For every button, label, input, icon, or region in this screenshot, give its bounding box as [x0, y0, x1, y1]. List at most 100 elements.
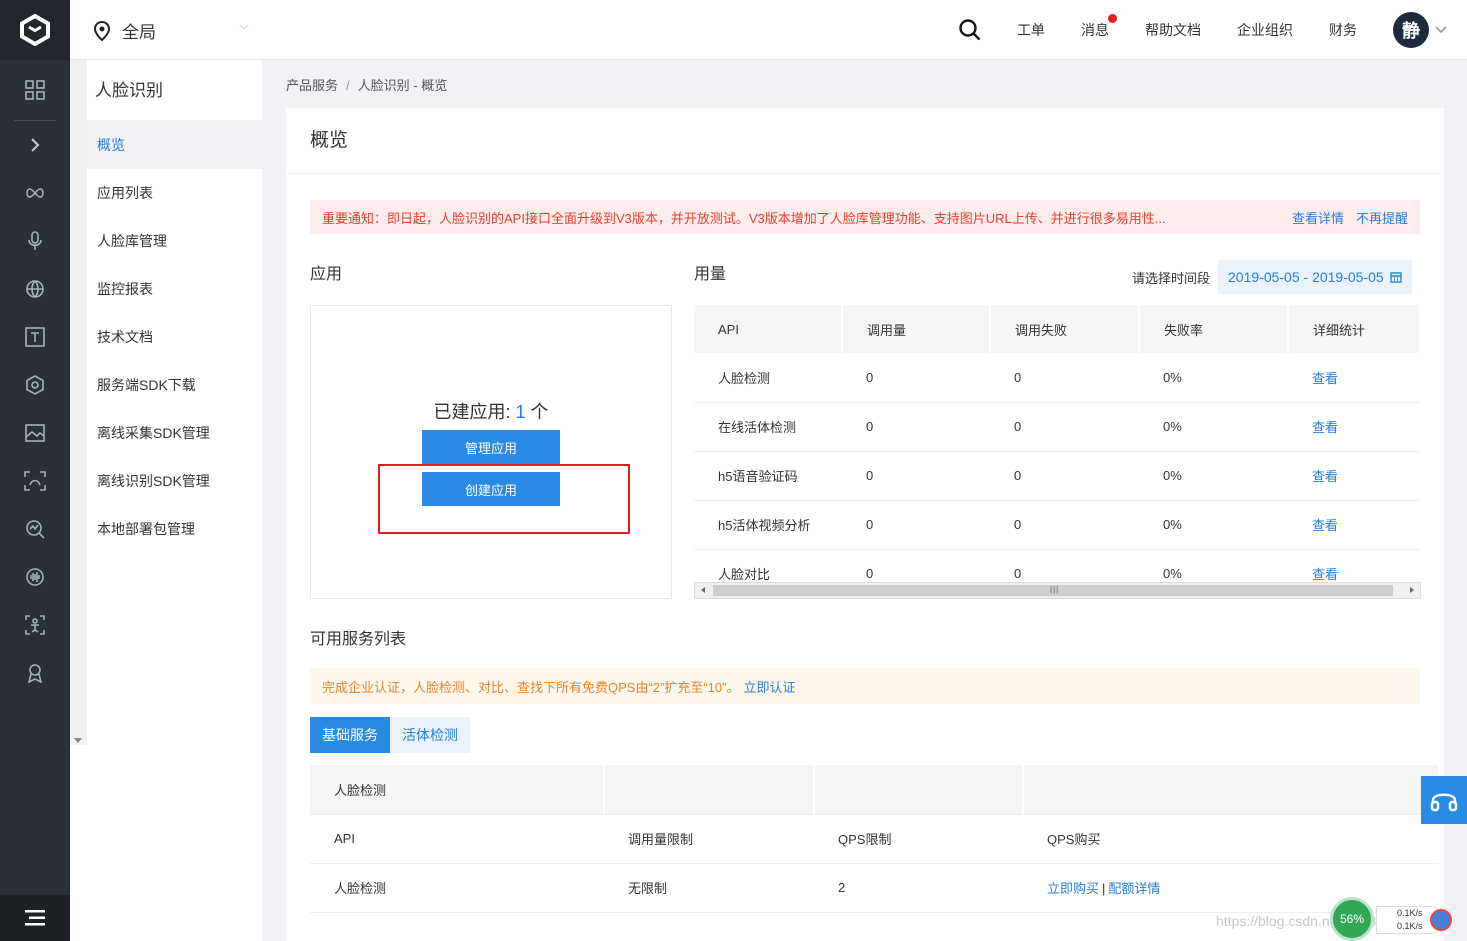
view-details-link[interactable]: 查看: [1288, 402, 1420, 452]
service-group-cell: [1023, 765, 1440, 815]
nav-messages-label: 消息: [1081, 22, 1109, 38]
certify-now-link[interactable]: 立即认证: [743, 677, 795, 696]
date-range-input[interactable]: 2019-05-05 - 2019-05-05: [1218, 260, 1412, 294]
cell-api: 在线活体检测: [694, 402, 842, 452]
col-fail-rate: 失败率: [1139, 305, 1289, 353]
cell-rate: 0%: [1139, 402, 1288, 452]
image-icon[interactable]: [0, 409, 70, 457]
cell-api: 人脸检测: [310, 863, 604, 913]
sidebar-item-monitoring[interactable]: 监控报表: [87, 265, 262, 313]
microphone-icon[interactable]: [0, 217, 70, 265]
notice-dismiss-link[interactable]: 不再提醒: [1356, 208, 1408, 227]
headset-icon: [1430, 793, 1458, 812]
memory-usage-gauge[interactable]: 56%: [1330, 897, 1374, 941]
sidebar-item-server-sdk[interactable]: 服务端SDK下载: [87, 361, 262, 409]
expand-chevron-icon[interactable]: [0, 121, 70, 169]
menu-toggle-icon[interactable]: [0, 895, 70, 941]
search-icon[interactable]: [959, 19, 981, 41]
table-row: 人脸检测 0 0 0% 查看: [694, 353, 1420, 403]
usage-table-scrollbar[interactable]: |||: [694, 582, 1421, 599]
sidebar-item-app-list[interactable]: 应用列表: [87, 169, 262, 217]
buy-now-link[interactable]: 立即购买: [1047, 881, 1099, 896]
view-details-link[interactable]: 查看: [1288, 353, 1420, 403]
body-detect-icon[interactable]: [0, 601, 70, 649]
sidebar-item-local-deploy[interactable]: 本地部署包管理: [87, 505, 262, 553]
upgrade-notice: 重要通知：即日起，人脸识别的API接口全面升级到V3版本，并开放测试。V3版本增…: [310, 200, 1420, 234]
cell-call-limit: 无限制: [604, 863, 814, 913]
tab-liveness[interactable]: 活体检测: [390, 717, 470, 753]
notice-detail-link[interactable]: 查看详情: [1292, 208, 1344, 227]
accelerator-ball-icon[interactable]: [1430, 909, 1452, 931]
manage-apps-button[interactable]: 管理应用: [422, 430, 560, 464]
scroll-right-arrow-icon[interactable]: [1410, 587, 1414, 593]
app-count-number[interactable]: 1: [515, 402, 525, 422]
app-count-label: 已建应用:: [433, 402, 516, 422]
link-separator: |: [1102, 881, 1106, 896]
sidebar-title: 人脸识别: [87, 60, 262, 121]
calendar-icon: [1389, 272, 1402, 283]
view-details-link[interactable]: 查看: [1288, 500, 1420, 550]
scroll-down-arrow-icon[interactable]: [74, 738, 82, 743]
sidebar-item-offline-capture-sdk[interactable]: 离线采集SDK管理: [87, 409, 262, 457]
globe-icon[interactable]: [0, 265, 70, 313]
services-section-title: 可用服务列表: [310, 631, 407, 648]
sidebar-item-tech-docs[interactable]: 技术文档: [87, 313, 262, 361]
face-scan-icon[interactable]: [0, 457, 70, 505]
cell-fails: 0: [990, 353, 1139, 403]
table-row: 在线活体检测 0 0 0% 查看: [694, 402, 1420, 452]
top-nav: 工单 消息 帮助文档 企业组织 财务 静: [959, 0, 1467, 60]
quota-details-link[interactable]: 配额详情: [1108, 881, 1160, 896]
person-badge-icon[interactable]: [0, 649, 70, 697]
hexagon-net-icon[interactable]: [0, 361, 70, 409]
avatar[interactable]: 静: [1393, 12, 1429, 48]
support-headset-button[interactable]: [1421, 776, 1467, 824]
chevron-down-icon[interactable]: [1435, 26, 1447, 34]
notice-text: 重要通知：即日起，人脸识别的API接口全面升级到V3版本，并开放测试。V3版本增…: [322, 210, 1166, 226]
network-speed-widget[interactable]: 0.1K/s 0.1K/s 56%: [1330, 897, 1454, 941]
unread-dot: [1108, 14, 1117, 23]
view-details-link[interactable]: 查看: [1288, 451, 1420, 501]
nav-help-docs[interactable]: 帮助文档: [1145, 20, 1201, 40]
cell-calls: 0: [842, 402, 990, 452]
breadcrumb: 产品服务 / 人脸识别 - 概览: [286, 75, 447, 94]
cell-api: 人脸检测: [694, 353, 842, 403]
brand-logo[interactable]: [0, 0, 70, 60]
voice-wave-icon[interactable]: [0, 553, 70, 601]
breadcrumb-separator: /: [346, 78, 350, 93]
sidebar-item-overview[interactable]: 概览: [87, 121, 262, 169]
nav-ticket[interactable]: 工单: [1017, 20, 1045, 40]
cell-calls: 0: [842, 451, 990, 501]
nav-organization[interactable]: 企业组织: [1237, 20, 1293, 40]
infinity-icon[interactable]: [0, 169, 70, 217]
col-calls: 调用量: [842, 305, 991, 353]
col-api: API: [694, 305, 843, 353]
date-range-label: 请选择时间段: [1132, 270, 1211, 286]
product-sidebar: 人脸识别 概览 应用列表 人脸库管理 监控报表 技术文档 服务端SDK下载 离线…: [70, 60, 262, 941]
cell-fails: 0: [990, 402, 1139, 452]
scroll-left-arrow-icon[interactable]: [701, 587, 705, 593]
sidebar-item-face-library[interactable]: 人脸库管理: [87, 217, 262, 265]
nav-finance[interactable]: 财务: [1329, 20, 1357, 40]
usage-section-title: 用量: [694, 266, 727, 283]
cell-api: h5活体视频分析: [694, 500, 842, 550]
region-selector[interactable]: 全局: [94, 18, 249, 43]
scrollbar-grip-icon: |||: [1050, 585, 1060, 594]
tab-basic-services[interactable]: 基础服务: [310, 717, 390, 753]
cell-rate: 0%: [1139, 451, 1288, 501]
nav-messages[interactable]: 消息: [1081, 14, 1117, 40]
date-range-picker: 请选择时间段 2019-05-05 - 2019-05-05: [1132, 260, 1412, 294]
cell-fails: 0: [990, 500, 1139, 550]
service-group-name: 人脸检测: [310, 765, 605, 815]
top-bar: 全局 工单 消息 帮助文档 企业组织 财务 静: [70, 0, 1467, 60]
analysis-icon[interactable]: [0, 505, 70, 553]
overview-panel: 概览 重要通知：即日起，人脸识别的API接口全面升级到V3版本，并开放测试。V3…: [286, 108, 1444, 941]
text-recognition-icon[interactable]: [0, 313, 70, 361]
certification-notice: 完成企业认证，人脸检测、对比、查找下所有免费QPS由“2”扩充至“10”。 立即…: [310, 668, 1420, 704]
col-fails: 调用失败: [990, 305, 1140, 353]
dashboard-grid-icon[interactable]: [0, 66, 70, 114]
cell-calls: 0: [842, 500, 990, 550]
icon-rail: [0, 0, 70, 941]
breadcrumb-parent[interactable]: 产品服务: [286, 78, 338, 93]
sidebar-item-offline-recognition-sdk[interactable]: 离线识别SDK管理: [87, 457, 262, 505]
sidebar-scrollbar[interactable]: [70, 60, 87, 745]
